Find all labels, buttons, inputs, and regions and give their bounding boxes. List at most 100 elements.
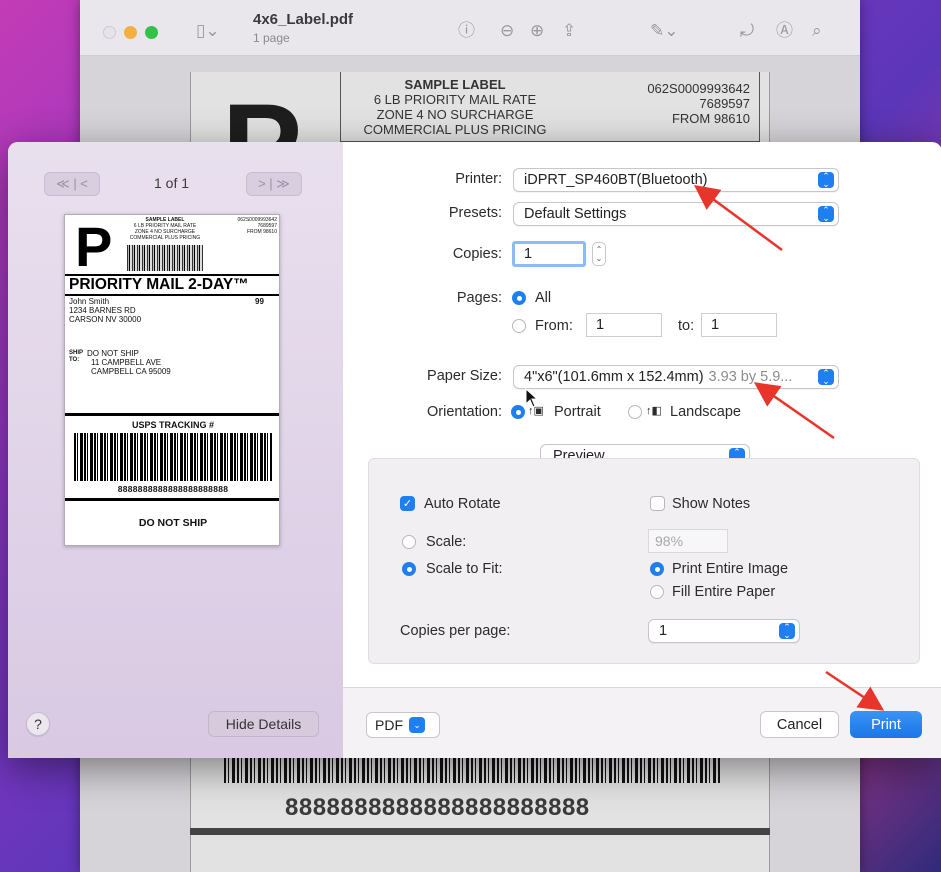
copies-stepper[interactable]: ⌃ ⌄ (592, 242, 606, 266)
thumb-rule (65, 294, 279, 296)
scale-label: Scale: (426, 534, 467, 550)
sidebar-toggle-icon[interactable]: ▯⌄ (196, 22, 220, 39)
pages-from-radio[interactable] (512, 319, 526, 333)
first-prev-page-buttons[interactable]: ≪ | < (44, 172, 100, 196)
auto-rotate-label: Auto Rotate (424, 496, 501, 512)
close-window-button[interactable] (103, 26, 116, 39)
print-button[interactable]: Print (850, 711, 922, 738)
annotate-icon[interactable]: Ⓐ (776, 22, 793, 39)
document-tracking-number: 8888888888888888888888 (285, 794, 590, 821)
show-notes-checkbox[interactable] (650, 496, 665, 511)
pages-to-input[interactable]: 1 (701, 313, 777, 337)
thumb-ship-to-line: TO: (69, 357, 80, 363)
help-button[interactable]: ? (26, 712, 50, 736)
thumb-rule (65, 498, 279, 501)
page-indicator: 1 of 1 (154, 175, 190, 191)
print-entire-image-label: Print Entire Image (672, 561, 789, 577)
thumb-ship-to-line: SHIP (69, 350, 84, 356)
thumb-tracking-label: USPS TRACKING # (131, 420, 214, 430)
thumb-from-line: 1234 BARNES RD (69, 306, 136, 315)
thumb-footer: DO NOT SHIP (138, 517, 208, 529)
thumb-zone-code: 99 (255, 297, 264, 306)
thumb-service: PRIORITY MAIL 2-DAY™ (69, 276, 249, 293)
thumb-barcode (74, 433, 272, 481)
thumb-header: SAMPLE LABEL 6 LB PRIORITY MAIL RATE ZON… (127, 217, 203, 241)
orientation-portrait-radio[interactable] (511, 405, 525, 419)
paper-size-dims: 3.93 by 5.9... (708, 369, 793, 385)
thumb-tracking-number: 8888888888888888888888 (117, 484, 229, 494)
rotate-icon[interactable]: ⤾ (740, 22, 754, 39)
pages-from-label: From: (535, 318, 573, 334)
orientation-landscape-radio[interactable] (628, 405, 642, 419)
zoom-window-button[interactable] (145, 26, 158, 39)
search-icon[interactable]: ⌕ (812, 22, 822, 39)
print-entire-image-radio[interactable] (650, 562, 664, 576)
preview-pane: ≪ | < 1 of 1 > | ≫ P SAMPLE LABEL 6 LB P… (8, 142, 343, 758)
thumb-big-letter: P (75, 215, 113, 278)
cancel-button[interactable]: Cancel (760, 711, 839, 738)
chevron-updown-icon: ⌃⌄ (818, 206, 834, 223)
paper-size-label: Paper Size: (427, 368, 502, 384)
scale-radio[interactable] (402, 535, 416, 549)
scale-to-fit-radio[interactable] (402, 562, 416, 576)
thumb-from-line: CARSON NV 30000 (69, 315, 142, 324)
document-rule (190, 828, 770, 835)
presets-select[interactable]: Default Settings ⌃ ⌄ (513, 202, 839, 226)
thumb-header-line: COMMERCIAL PLUS PRICING (129, 235, 201, 241)
label-thumbnail: P SAMPLE LABEL 6 LB PRIORITY MAIL RATE Z… (64, 214, 280, 546)
copies-input[interactable]: 1 (512, 241, 586, 267)
pages-to-label: to: (678, 318, 695, 334)
next-last-page-buttons[interactable]: > | ≫ (246, 172, 302, 196)
pages-all-label: All (535, 290, 552, 306)
presets-label: Presets: (448, 205, 502, 221)
landscape-icon: ↑◧ (646, 405, 662, 417)
printer-value: iDPRT_SP460BT(Bluetooth) (524, 172, 708, 188)
pdf-menu-button[interactable]: PDF ⌄ (366, 712, 440, 738)
fill-entire-paper-label: Fill Entire Paper (672, 584, 776, 600)
zoom-out-icon[interactable]: ⊖ (500, 22, 514, 39)
document-header-text: SAMPLE LABEL 6 LB PRIORITY MAIL RATE ZON… (355, 77, 555, 137)
thumb-rule (65, 413, 279, 416)
pages-from-input[interactable]: 1 (586, 313, 662, 337)
copies-per-page-label: Copies per page: (400, 623, 511, 639)
thumb-right: 062S0009993642 7689597 FROM 98610 (215, 217, 278, 235)
chevron-down-icon: ⌄ (409, 717, 425, 733)
window-title: 4x6_Label.pdf (253, 11, 354, 28)
mouse-cursor-icon (525, 387, 539, 413)
minimize-window-button[interactable] (124, 26, 137, 39)
info-icon[interactable]: ⓘ (458, 22, 475, 39)
copies-per-page-value: 1 (659, 623, 668, 639)
pages-all-radio[interactable] (512, 291, 526, 305)
thumb-to-address: DO NOT SHIP 11 CAMPBELL AVE CAMPBELL CA … (87, 349, 171, 376)
thumb-to-line: CAMPBELL CA 95009 (91, 367, 171, 376)
zoom-in-icon[interactable]: ⊕ (530, 22, 544, 39)
pdf-label: PDF (375, 717, 403, 733)
hide-details-button[interactable]: Hide Details (208, 711, 319, 737)
chevron-updown-icon: ⌃⌄ (818, 369, 834, 386)
chevron-updown-icon: ⌃⌄ (779, 623, 795, 640)
show-notes-label: Show Notes (672, 496, 751, 512)
auto-rotate-checkbox[interactable]: ✓ (400, 496, 415, 511)
thumb-ship-to-label: SHIP TO: (69, 350, 83, 364)
document-header-line: 6 LB PRIORITY MAIL RATE (373, 92, 537, 107)
printer-select[interactable]: iDPRT_SP460BT(Bluetooth) ⌃ ⌄ (513, 168, 839, 192)
paper-size-select[interactable]: 4"x6"(101.6mm x 152.4mm) 3.93 by 5.9... … (513, 365, 839, 389)
window-subtitle: 1 page (253, 31, 290, 45)
scale-input[interactable]: 98% (648, 529, 728, 553)
thumb-right-line: FROM 98610 (246, 229, 277, 235)
share-icon[interactable]: ⇪ (562, 22, 576, 39)
document-header-line: SAMPLE LABEL (404, 77, 506, 92)
markup-icon[interactable]: ✎⌄ (650, 22, 679, 39)
fill-entire-paper-radio[interactable] (650, 585, 664, 599)
thumb-from-line: John Smith (69, 297, 110, 306)
copies-label: Copies: (452, 246, 502, 262)
document-right-line: FROM 98610 (671, 111, 750, 126)
document-header-line: COMMERCIAL PLUS PRICING (363, 122, 547, 137)
thumb-2d-barcode (127, 245, 203, 271)
print-dialog: ≪ | < 1 of 1 > | ≫ P SAMPLE LABEL 6 LB P… (8, 142, 941, 758)
document-header-line: ZONE 4 NO SURCHARGE (376, 107, 534, 122)
printer-label: Printer: (455, 171, 502, 187)
document-right-text: 062S0009993642 7689597 FROM 98610 (600, 81, 750, 126)
copies-per-page-select[interactable]: 1 ⌃ ⌄ (648, 619, 800, 643)
orientation-portrait-label: Portrait (554, 404, 601, 420)
